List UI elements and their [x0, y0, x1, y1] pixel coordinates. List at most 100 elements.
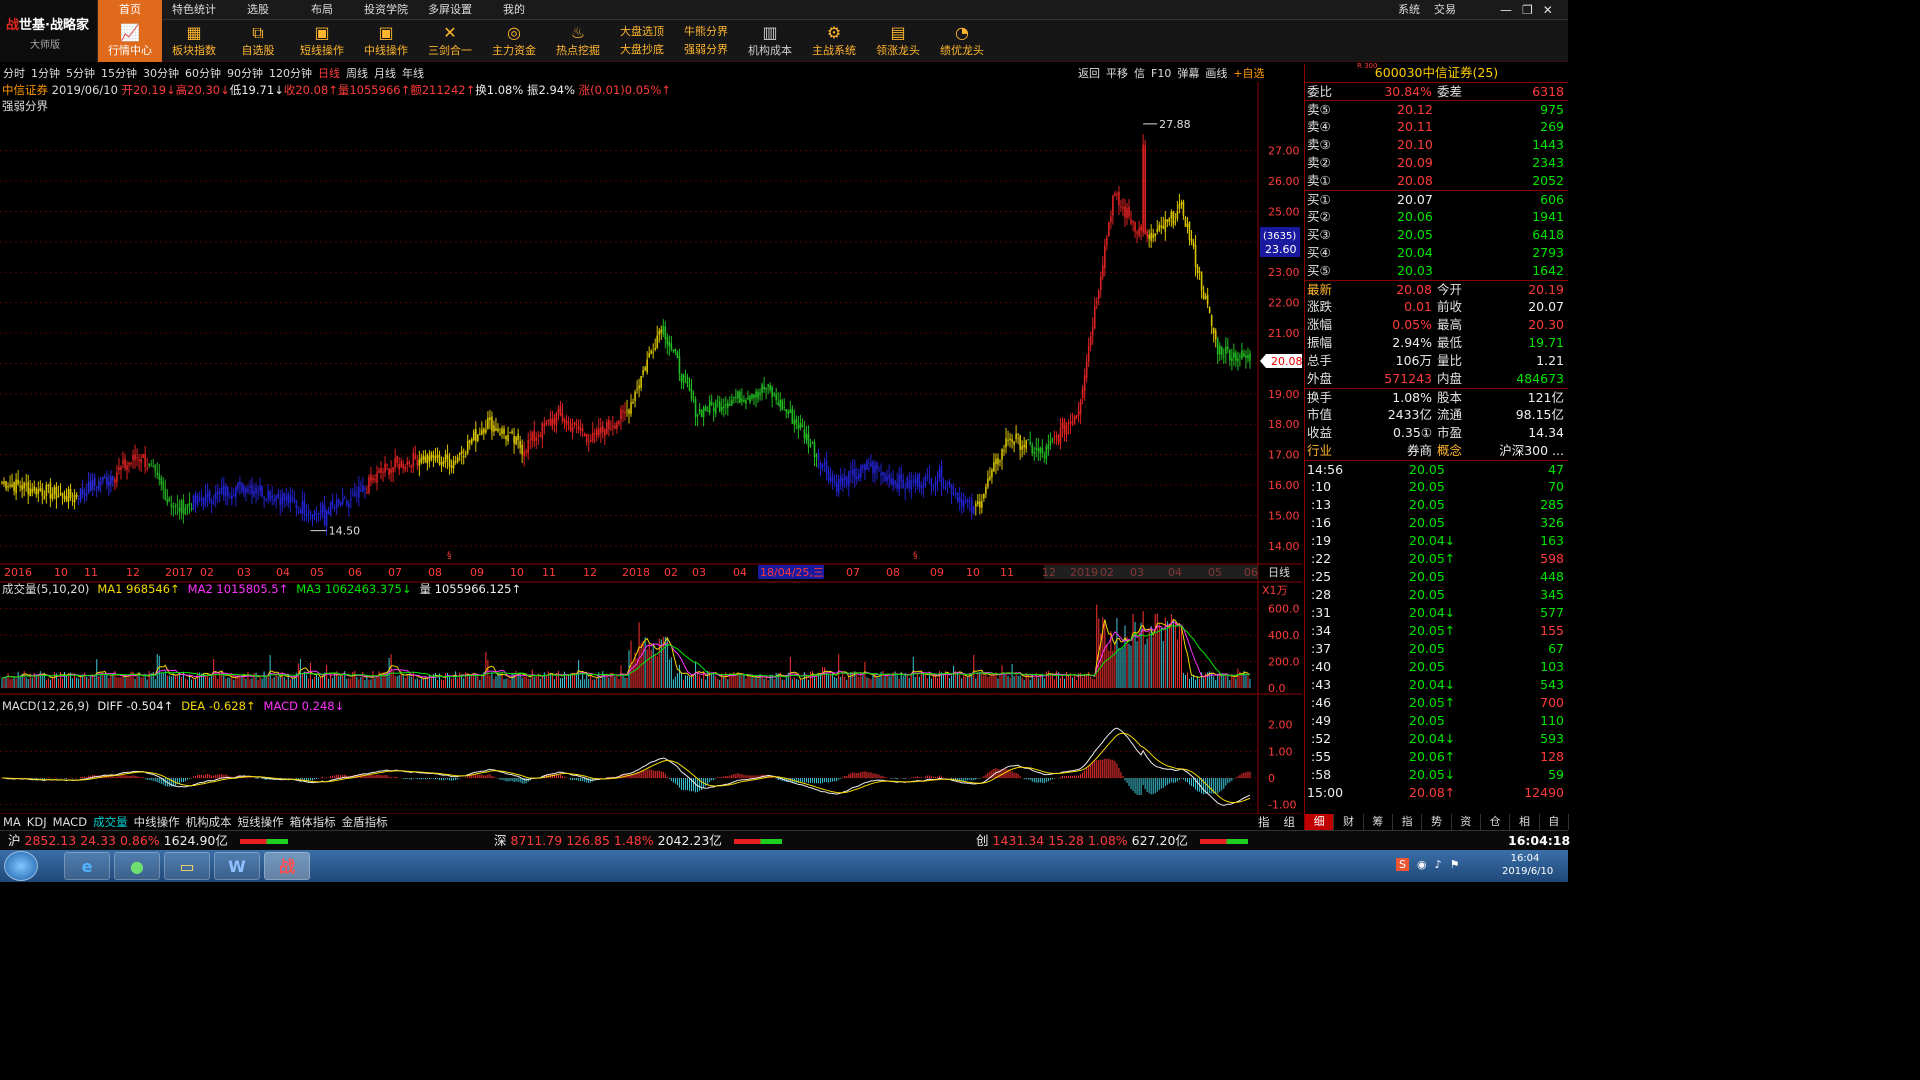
menu-item[interactable]: 布局	[290, 0, 354, 20]
bottom-right-tab[interactable]: 指	[1258, 814, 1270, 830]
kline-tool-button[interactable]: 弹幕	[1177, 66, 1199, 82]
close-icon[interactable]: ✕	[1543, 0, 1553, 20]
candle-body	[317, 513, 320, 515]
period-tab[interactable]: 30分钟	[140, 66, 182, 82]
period-tab[interactable]: 周线	[343, 66, 371, 82]
tool-button[interactable]: ▤ 领涨龙头	[866, 20, 930, 62]
period-tab[interactable]: 1分钟	[28, 66, 63, 82]
period-tab[interactable]: 年线	[399, 66, 427, 82]
folder-icon[interactable]: ▭	[164, 852, 210, 880]
bottom-right-tab[interactable]: 组	[1284, 814, 1296, 830]
sz-index[interactable]: 深 8711.79 126.85 1.48% 2042.23亿	[494, 831, 782, 851]
candle-body	[398, 463, 400, 470]
period-tab[interactable]: 月线	[371, 66, 399, 82]
right-tab[interactable]: 财	[1334, 814, 1364, 830]
kline-tool-button[interactable]: 画线	[1205, 66, 1227, 82]
minimize-icon[interactable]: —	[1500, 0, 1512, 20]
candle-body	[269, 491, 271, 501]
right-tab[interactable]: 仓	[1481, 814, 1511, 830]
tool-label[interactable]: 牛熊分界	[684, 23, 728, 41]
tool-button[interactable]: ▣ 短线操作	[290, 20, 354, 62]
kline-tool-button[interactable]: F10	[1151, 66, 1171, 82]
price-tick-label: 18.00	[1268, 418, 1300, 431]
indicator-tab[interactable]: KDJ	[24, 814, 50, 830]
tool-button[interactable]: 📈 行情中心	[98, 20, 162, 62]
right-tab[interactable]: 资	[1452, 814, 1481, 830]
menu-item[interactable]: 选股	[226, 0, 290, 20]
system-menu-item[interactable]: 系统	[1398, 0, 1420, 20]
tool-button[interactable]: ▣ 中线操作	[354, 20, 418, 62]
indicator-tab[interactable]: 机构成本	[183, 814, 235, 830]
kline-tool-button[interactable]: 平移	[1106, 66, 1128, 82]
menu-item[interactable]: 多屏设置	[418, 0, 482, 20]
tool-button[interactable]: 牛熊分界 强弱分界	[674, 20, 738, 62]
right-tab[interactable]: 细	[1305, 814, 1335, 830]
tool-button[interactable]: ⚙ 主战系统	[802, 20, 866, 62]
period-tab[interactable]: 分时	[0, 66, 28, 82]
tool-button[interactable]: ⧉ 自选股	[226, 20, 290, 62]
period-tab[interactable]: 120分钟	[266, 66, 315, 82]
tool-label-2[interactable]: 大盘抄底	[620, 41, 664, 59]
restore-icon[interactable]: ❐	[1522, 0, 1533, 20]
kline-tool-button[interactable]: +自选	[1233, 66, 1264, 82]
candle-body	[1043, 455, 1046, 457]
right-tab[interactable]: 筹	[1364, 814, 1393, 830]
period-tab[interactable]: 5分钟	[63, 66, 98, 82]
period-tab[interactable]: 60分钟	[182, 66, 224, 82]
indicator-tab[interactable]: 成交量	[90, 814, 131, 830]
browser-icon[interactable]: ●	[114, 852, 160, 880]
menu-item[interactable]: 我的	[482, 0, 546, 20]
right-tab[interactable]: 相	[1510, 814, 1540, 830]
candle-body	[180, 500, 183, 514]
tool-button[interactable]: ◔ 绩优龙头	[930, 20, 994, 62]
indicator-tab[interactable]: MACD	[50, 814, 90, 830]
candle-body	[446, 455, 449, 460]
system-menu-item[interactable]: 交易	[1434, 0, 1456, 20]
indicator-tab[interactable]: 金盾指标	[339, 814, 391, 830]
candle-body	[620, 409, 622, 420]
strategist-app-icon[interactable]: 战	[264, 852, 310, 880]
word-icon[interactable]: W	[214, 852, 260, 880]
tick-time: :55	[1311, 749, 1332, 764]
kline-tool-button[interactable]: 信	[1134, 66, 1145, 82]
kline-tool-button[interactable]: 返回	[1078, 66, 1100, 82]
menu-item[interactable]: 首页	[98, 0, 162, 20]
tool-label-2[interactable]: 强弱分界	[684, 41, 728, 59]
tool-button[interactable]: ✕ 三剑合一	[418, 20, 482, 62]
tool-button[interactable]: ◎ 主力资金	[482, 20, 546, 62]
tool-button[interactable]: ▦ 板块指数	[162, 20, 226, 62]
cy-index[interactable]: 创 1431.34 15.28 1.08% 627.20亿	[976, 831, 1248, 851]
start-button[interactable]	[4, 851, 38, 881]
tool-button[interactable]: ▥ 机构成本	[738, 20, 802, 62]
volume-tick-label: 400.0	[1268, 629, 1300, 642]
candle-body	[567, 421, 570, 424]
tray-volume-icon[interactable]: ♪	[1435, 858, 1442, 871]
right-tab[interactable]: 势	[1422, 814, 1452, 830]
sh-index[interactable]: 沪 2852.13 24.33 0.86% 1624.90亿	[8, 831, 288, 851]
menu-item[interactable]: 特色统计	[162, 0, 226, 20]
indicator-tab[interactable]: 箱体指标	[287, 814, 339, 830]
candle-body	[690, 389, 693, 399]
period-tab[interactable]: 90分钟	[224, 66, 266, 82]
right-tab[interactable]: 指	[1393, 814, 1423, 830]
date-tick-label: 08	[428, 566, 442, 579]
sogou-icon[interactable]: S	[1396, 858, 1409, 871]
candle-body	[694, 399, 697, 418]
indicator-tab[interactable]: 中线操作	[131, 814, 183, 830]
tray-flag-icon[interactable]: ⚑	[1450, 858, 1460, 871]
period-tab[interactable]: 15分钟	[98, 66, 140, 82]
date-tick-label: 18/04/25,三	[760, 566, 824, 579]
tool-button[interactable]: 大盘选顶 大盘抄底	[610, 20, 674, 62]
tool-button[interactable]: ♨ 热点挖掘	[546, 20, 610, 62]
tool-label[interactable]: 大盘选顶	[620, 23, 664, 41]
indicator-tab[interactable]: MA	[0, 814, 24, 830]
period-tab[interactable]: 日线	[315, 66, 343, 82]
tray-network-icon[interactable]: ◉	[1417, 858, 1427, 871]
ie-icon[interactable]: e	[64, 852, 110, 880]
taskbar-clock[interactable]: 16:04 2019/6/10	[1502, 852, 1553, 878]
right-tab[interactable]: 自	[1540, 814, 1569, 830]
menu-item[interactable]: 投资学院	[354, 0, 418, 20]
indicator-tab[interactable]: 短线操作	[235, 814, 287, 830]
kline-chart[interactable]: 14.0015.0016.0017.0018.0019.0020.0021.00…	[0, 82, 1302, 814]
tick-time: :22	[1311, 551, 1332, 566]
